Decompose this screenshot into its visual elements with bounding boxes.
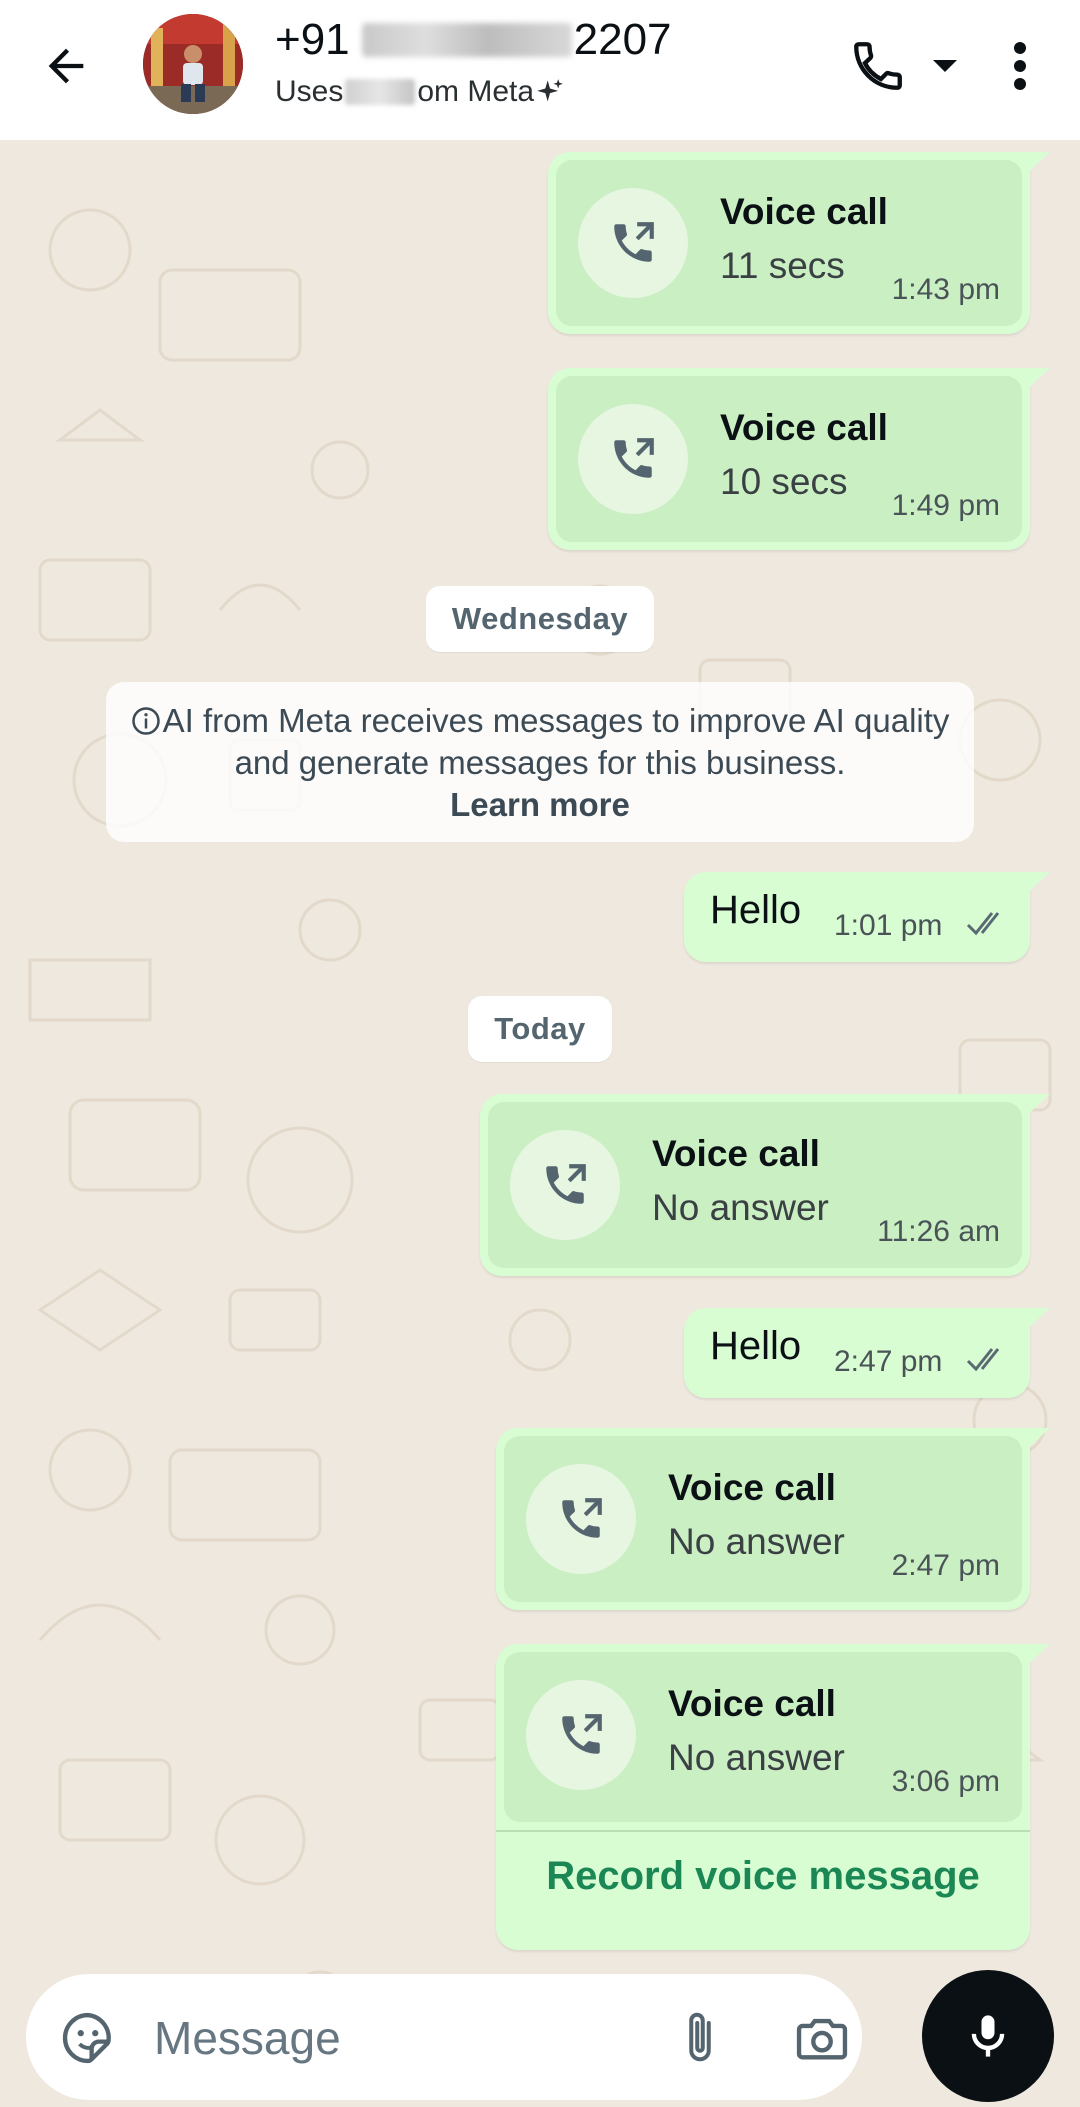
call-status: No answer [668,1737,845,1778]
phone-icon [854,42,902,90]
call-status: No answer [652,1187,829,1228]
phone-suffix: 2207 [573,15,672,64]
message-time: 3:06 pm [891,1765,1000,1798]
call-status: No answer [668,1521,845,1562]
learn-more-link[interactable]: Learn more [106,784,974,826]
paperclip-icon [689,2012,711,2062]
call-card: Voice call 11 secs 1:43 pm [556,160,1022,326]
contact-info[interactable]: +91 2207 Uses om Meta [275,14,795,124]
call-title: Voice call [668,1683,836,1724]
message-time: 2:47 pm [891,1549,1000,1582]
subtitle-prefix: Uses [275,75,344,108]
attach-button[interactable] [670,2002,730,2074]
message-time: 2:47 pm [834,1345,943,1378]
caret-down-icon [933,60,957,72]
call-options-button[interactable] [920,44,970,88]
call-icon-wrap [578,404,688,514]
date-separator: Wednesday [426,586,654,652]
info-icon [131,707,160,735]
call-card: Voice call No answer 3:06 pm [504,1652,1022,1822]
voice-record-button[interactable] [922,1970,1054,2102]
call-message[interactable]: Voice call No answer 3:06 pm Record voic… [496,1644,1050,1950]
outgoing-call-icon [614,438,654,478]
bubble-tail [1026,1644,1050,1666]
message-time: 1:43 pm [891,273,1000,306]
bubble-tail [1026,1308,1050,1330]
call-message[interactable]: Voice call No answer 2:47 pm [496,1428,1050,1610]
bubble-tail [1026,1094,1050,1116]
call-duration: 11 secs [720,245,845,286]
bubble-tail [1026,1428,1050,1450]
divider [496,1830,1030,1832]
back-button[interactable] [28,28,104,104]
call-title: Voice call [720,407,888,448]
sticker-button[interactable] [54,2004,122,2072]
outgoing-call-icon [614,222,654,262]
contact-phone: +91 2207 [275,14,795,66]
voice-call-button[interactable] [838,28,918,104]
message-text: Hello [710,1324,802,1368]
bubble-tail [1026,152,1050,174]
call-card: Voice call No answer 2:47 pm [504,1436,1022,1602]
call-message[interactable]: Voice call 10 secs 1:49 pm [548,368,1050,550]
call-message[interactable]: Voice call 11 secs 1:43 pm [548,152,1050,334]
call-title: Voice call [720,191,888,232]
ai-notice[interactable]: AI from Meta receives messages to improv… [106,682,974,842]
chat-header: +91 2207 Uses om Meta [0,0,1080,140]
avatar-image [143,14,243,114]
subtitle-suffix: om Meta [417,75,535,108]
double-check-icon [966,912,1000,936]
camera-button[interactable] [790,2002,854,2074]
call-title: Voice call [668,1467,836,1508]
call-icon-wrap [510,1130,620,1240]
bubble-tail [1026,368,1050,390]
double-check-icon [966,1348,1000,1372]
date-separator: Today [468,996,612,1062]
more-options-button[interactable] [988,28,1052,104]
text-message[interactable]: Hello 1:01 pm [684,872,1050,962]
outgoing-call-icon [546,1164,586,1204]
call-message[interactable]: Voice call No answer 11:26 am [480,1094,1050,1276]
bubble-tail [1026,872,1050,894]
call-duration: 10 secs [720,461,848,502]
contact-avatar[interactable] [143,14,243,114]
redacted-text [345,79,416,105]
message-time: 1:49 pm [891,489,1000,522]
message-input[interactable] [154,2000,674,2076]
sparkle-icon [537,79,563,102]
record-voice-message-button[interactable]: Record voice message [496,1854,1030,1899]
sticker-icon [62,2012,111,2064]
contact-subtitle: Uses om Meta [275,72,795,112]
text-message[interactable]: Hello 2:47 pm [684,1308,1050,1398]
call-icon-wrap [578,188,688,298]
call-card: Voice call No answer 11:26 am [488,1102,1022,1268]
microphone-icon [971,2015,1005,2057]
back-arrow-icon [48,48,84,84]
call-icon-wrap [526,1680,636,1790]
phone-prefix: +91 [275,15,350,64]
call-card: Voice call 10 secs 1:49 pm [556,376,1022,542]
outgoing-call-icon [562,1498,602,1538]
message-time: 11:26 am [877,1215,1000,1248]
call-icon-wrap [526,1464,636,1574]
message-composer [26,1974,862,2100]
outgoing-call-icon [562,1714,602,1754]
notice-text: AI from Meta receives messages to improv… [162,702,950,781]
message-text: Hello [710,888,802,932]
redacted-digits [361,23,572,57]
message-time: 1:01 pm [834,909,943,942]
call-title: Voice call [652,1133,820,1174]
more-vertical-icon [1014,42,1026,90]
camera-icon [796,2018,848,2060]
